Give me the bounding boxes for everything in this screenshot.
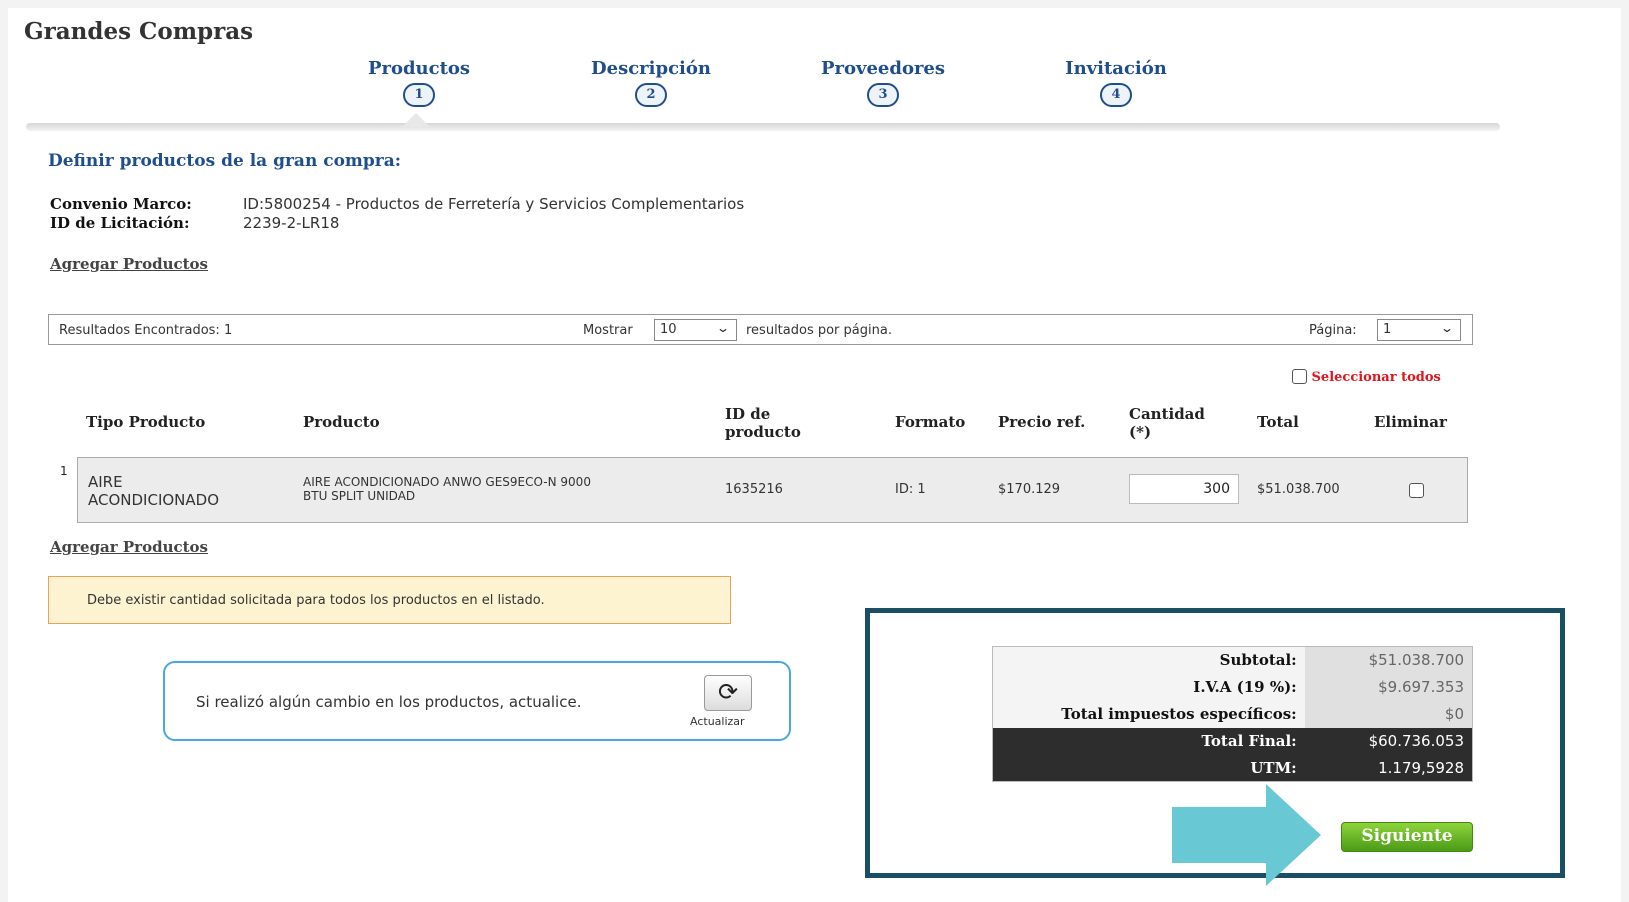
step-number: 2 xyxy=(635,83,667,107)
licitacion-label: ID de Licitación: xyxy=(50,214,190,232)
header-eliminar: Eliminar xyxy=(1374,413,1447,431)
chevron-down-icon: ⌄ xyxy=(715,321,731,335)
cell-formato: ID: 1 xyxy=(895,482,926,497)
licitacion-value: 2239-2-LR18 xyxy=(243,214,340,232)
per-page-label: resultados por página. xyxy=(746,323,892,338)
refresh-icon: ⟳ xyxy=(717,678,739,706)
results-count: Resultados Encontrados: 1 xyxy=(59,323,233,338)
cell-id: 1635216 xyxy=(725,482,783,497)
update-message: Si realizó algún cambio en los productos… xyxy=(196,693,582,711)
final-label: Total Final: xyxy=(992,727,1305,755)
step-number: 4 xyxy=(1100,83,1132,107)
convenio-value: ID:5800254 - Productos de Ferretería y S… xyxy=(243,195,745,213)
cell-precio: $170.129 xyxy=(998,482,1061,497)
quantity-input[interactable]: 300 xyxy=(1129,474,1239,504)
chevron-down-icon: ⌄ xyxy=(1439,321,1455,335)
utm-value: 1.179,5928 xyxy=(1304,754,1473,782)
next-button[interactable]: Siguiente xyxy=(1341,822,1473,852)
step-label: Productos xyxy=(367,58,471,79)
subtotal-label: Subtotal: xyxy=(992,646,1305,674)
iva-label: I.V.A (19 %): xyxy=(992,673,1305,701)
cell-tipo: AIRE ACONDICIONADO xyxy=(88,473,219,509)
step-proveedores[interactable]: Proveedores 3 xyxy=(783,58,983,107)
header-tipo: Tipo Producto xyxy=(86,413,206,431)
totals-row-subtotal: Subtotal: $51.038.700 xyxy=(992,646,1473,674)
header-cantidad: Cantidad (*) xyxy=(1129,405,1205,441)
totals-row-utm: UTM: 1.179,5928 xyxy=(992,754,1473,782)
step-label: Proveedores xyxy=(820,58,946,79)
utm-label: UTM: xyxy=(992,754,1305,782)
totals-row-iva: I.V.A (19 %): $9.697.353 xyxy=(992,673,1473,701)
step-productos[interactable]: Productos 1 xyxy=(319,58,519,107)
header-total: Total xyxy=(1257,413,1299,431)
page-value: 1 xyxy=(1383,322,1392,337)
header-id-line2: producto xyxy=(725,423,801,441)
delete-checkbox[interactable] xyxy=(1409,483,1424,498)
page-select[interactable]: 1 ⌄ xyxy=(1377,319,1461,341)
add-products-link-bottom[interactable]: Agregar Productos xyxy=(50,538,208,556)
add-products-link[interactable]: Agregar Productos xyxy=(50,255,208,273)
subtotal-value: $51.038.700 xyxy=(1304,646,1473,674)
header-id-line1: ID de xyxy=(725,405,771,423)
warning-message: Debe existir cantidad solicitada para to… xyxy=(48,576,731,624)
totals-table: Subtotal: $51.038.700 I.V.A (19 %): $9.6… xyxy=(992,646,1473,782)
step-number: 1 xyxy=(403,83,435,107)
step-label: Descripción xyxy=(591,58,711,79)
impuestos-value: $0 xyxy=(1304,700,1473,728)
select-all-label: Seleccionar todos xyxy=(1311,370,1441,385)
step-label: Invitación xyxy=(1065,58,1167,79)
header-id: ID de producto xyxy=(725,405,801,441)
cell-producto-line2: BTU SPLIT UNIDAD xyxy=(303,489,416,503)
convenio-row: Convenio Marco: ID:5800254 - Productos de… xyxy=(50,195,744,213)
cell-tipo-line2: ACONDICIONADO xyxy=(88,491,220,509)
refresh-label: Actualizar xyxy=(690,715,745,728)
page-label: Página: xyxy=(1309,323,1357,338)
header-formato: Formato xyxy=(895,413,966,431)
cell-tipo-line1: AIRE xyxy=(88,473,123,491)
header-producto: Producto xyxy=(303,413,380,431)
refresh-button[interactable]: ⟳ xyxy=(704,675,752,711)
row-index: 1 xyxy=(60,464,68,478)
totals-row-impuestos: Total impuestos específicos: $0 xyxy=(992,700,1473,728)
cell-producto: AIRE ACONDICIONADO ANWO GES9ECO-N 9000 B… xyxy=(303,475,591,503)
arrow-right-icon xyxy=(1172,807,1268,863)
show-label: Mostrar xyxy=(583,323,633,338)
licitacion-row: ID de Licitación: 2239-2-LR18 xyxy=(50,214,339,232)
header-cantidad-line1: Cantidad xyxy=(1129,405,1205,423)
step-invitacion[interactable]: Invitación 4 xyxy=(1016,58,1216,107)
step-descripcion[interactable]: Descripción 2 xyxy=(551,58,751,107)
per-page-value: 10 xyxy=(660,322,677,337)
convenio-label: Convenio Marco: xyxy=(50,195,192,213)
update-box: Si realizó algún cambio en los productos… xyxy=(163,661,791,741)
per-page-select[interactable]: 10 ⌄ xyxy=(654,319,737,341)
totals-row-final: Total Final: $60.736.053 xyxy=(992,727,1473,755)
step-number: 3 xyxy=(867,83,899,107)
cell-producto-line1: AIRE ACONDICIONADO ANWO GES9ECO-N 9000 xyxy=(303,475,591,489)
app-title: Grandes Compras xyxy=(24,18,254,45)
select-all[interactable]: Seleccionar todos xyxy=(1292,369,1441,385)
active-step-indicator xyxy=(402,113,430,127)
wizard-steps: Productos 1 Descripción 2 Proveedores 3 … xyxy=(0,58,1629,108)
iva-value: $9.697.353 xyxy=(1304,673,1473,701)
steps-divider xyxy=(26,123,1500,131)
select-all-checkbox[interactable] xyxy=(1292,369,1307,384)
section-title: Definir productos de la gran compra: xyxy=(48,151,402,171)
final-value: $60.736.053 xyxy=(1304,727,1473,755)
results-bar: Resultados Encontrados: 1 Mostrar 10 ⌄ r… xyxy=(48,314,1473,345)
header-precio: Precio ref. xyxy=(998,413,1086,431)
cell-total: $51.038.700 xyxy=(1257,482,1340,497)
arrow-right-icon-head xyxy=(1266,784,1321,886)
header-cantidad-line2: (*) xyxy=(1129,423,1152,441)
impuestos-label: Total impuestos específicos: xyxy=(992,700,1305,728)
